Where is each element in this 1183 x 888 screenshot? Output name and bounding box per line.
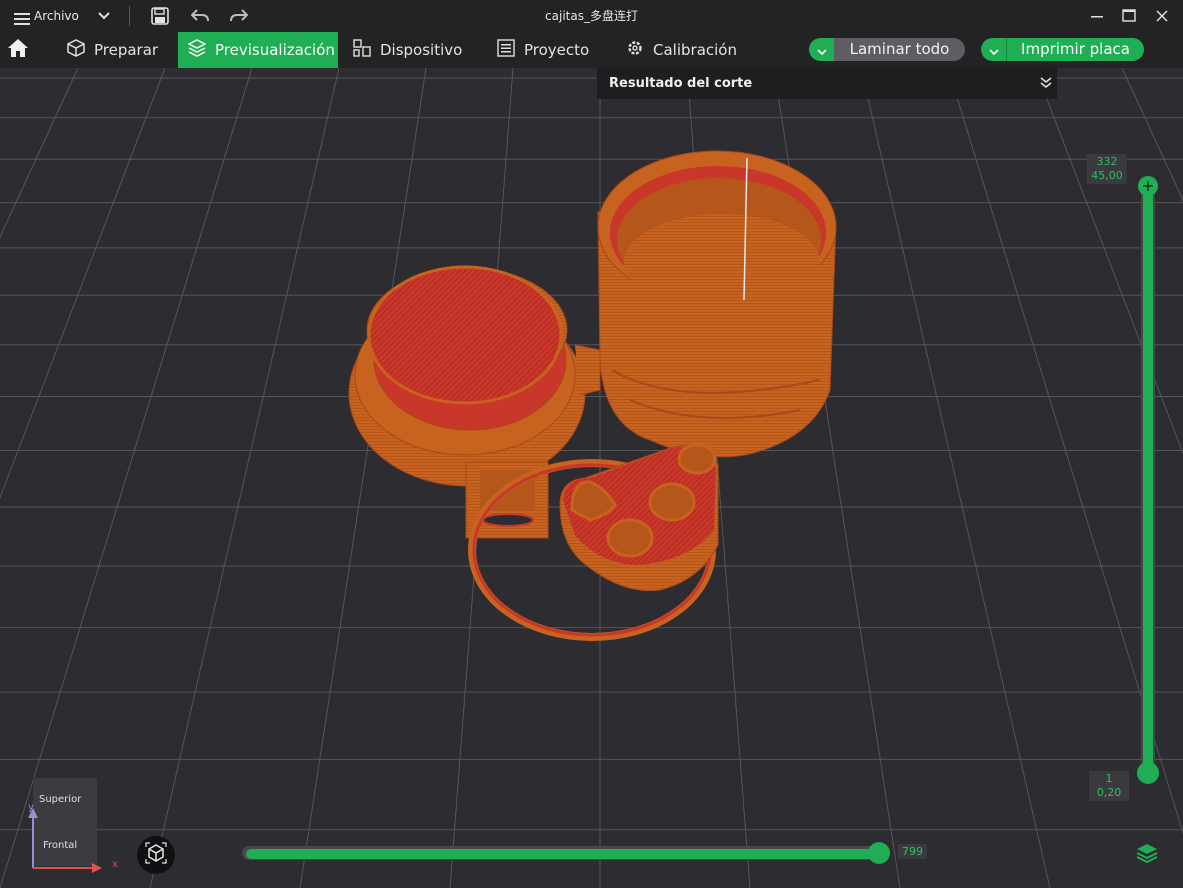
home-icon <box>7 38 38 62</box>
grid-line <box>1034 68 1183 455</box>
hamburger-icon <box>14 10 30 25</box>
chevron-down-icon <box>816 40 827 59</box>
3d-viewport[interactable]: Superior Frontal y x 799 332 45,00 1 0,2… <box>0 68 1183 888</box>
layer-bottom-height: 0,20 <box>1096 786 1122 799</box>
grid-line <box>0 68 166 499</box>
layer-slider[interactable] <box>1136 173 1160 784</box>
move-slider-value: 799 <box>898 844 927 859</box>
slice-dropdown[interactable] <box>809 38 834 61</box>
tab-calibracion[interactable]: Calibración <box>616 32 747 68</box>
layer-bottom-number: 1 <box>1105 772 1113 785</box>
axis-gizmo <box>28 808 102 873</box>
chevron-down-icon <box>988 40 999 59</box>
device-icon <box>353 39 380 61</box>
print-dropdown[interactable] <box>981 38 1006 61</box>
print-plate-button[interactable]: Imprimir placa <box>981 38 1144 61</box>
layers-icon <box>1136 844 1158 867</box>
layer-slider-bottom-thumb[interactable] <box>1137 762 1159 784</box>
close-icon[interactable] <box>1155 0 1169 32</box>
layer-top-height: 45,00 <box>1091 169 1123 182</box>
plus-icon <box>1142 177 1154 196</box>
grid-line <box>860 68 1051 888</box>
window-title: cajitas_多盘连打 <box>545 9 638 23</box>
divider <box>129 6 130 26</box>
home-button[interactable] <box>2 32 42 68</box>
scene-canvas[interactable] <box>0 68 1183 888</box>
minimize-icon[interactable] <box>1090 0 1104 32</box>
list-icon <box>497 39 524 61</box>
tab-preparar-label: Preparar <box>94 41 159 59</box>
grid-line <box>149 68 340 888</box>
gear-icon <box>626 39 653 61</box>
redo-icon[interactable] <box>230 0 248 32</box>
layer-slider-top-thumb[interactable] <box>1138 176 1158 196</box>
double-chevron-down-icon[interactable] <box>1039 77 1053 93</box>
maximize-icon[interactable] <box>1122 0 1136 32</box>
print-plate-label: Imprimir placa <box>1006 38 1144 61</box>
model-cup[interactable] <box>597 150 837 458</box>
layer-top-readout: 332 45,00 <box>1087 154 1127 184</box>
slice-all-button[interactable]: Laminar todo <box>809 38 965 61</box>
tab-proyecto[interactable]: Proyecto <box>487 32 599 68</box>
tab-preparar[interactable]: Preparar <box>57 32 168 68</box>
slice-result-title: Resultado del corte <box>609 76 753 91</box>
save-icon[interactable] <box>151 0 169 32</box>
undo-icon[interactable] <box>191 0 209 32</box>
tab-dispositivo[interactable]: Dispositivo <box>343 32 472 68</box>
tab-previsualizacion[interactable]: Previsualización <box>178 32 338 68</box>
layers-icon <box>187 39 215 61</box>
cube-icon <box>67 39 94 61</box>
main-toolbar: Preparar Previsualización Dispositivo Pr… <box>0 32 1183 68</box>
layers-toggle-button[interactable] <box>1136 843 1160 865</box>
move-slider[interactable] <box>242 842 894 864</box>
tab-proyecto-label: Proyecto <box>524 41 590 59</box>
model-lid[interactable] <box>348 265 601 487</box>
file-menu[interactable]: Archivo <box>14 0 79 32</box>
grid-line <box>299 68 427 888</box>
slice-all-label: Laminar todo <box>834 38 965 61</box>
layer-bottom-readout: 1 0,20 <box>1089 771 1129 801</box>
axis-y-label: y <box>28 802 34 813</box>
slice-result-panel[interactable]: Resultado del corte <box>597 68 1057 99</box>
view-toggle-button[interactable] <box>137 836 175 874</box>
grid-line <box>0 68 79 239</box>
tab-dispositivo-label: Dispositivo <box>380 41 463 59</box>
grid-line <box>0 68 253 888</box>
axis-x-label: x <box>112 859 118 870</box>
move-slider-thumb[interactable] <box>868 842 890 864</box>
move-slider-fill <box>246 849 876 859</box>
file-menu-label: Archivo <box>34 9 79 23</box>
layer-top-number: 332 <box>1096 155 1118 168</box>
tab-previsualizacion-label: Previsualización <box>215 41 335 59</box>
layer-slider-fill <box>1143 185 1153 771</box>
cube-view-icon <box>145 842 167 868</box>
chevron-down-icon[interactable] <box>97 0 111 32</box>
tab-calibracion-label: Calibración <box>653 41 737 59</box>
title-bar: Archivo cajitas_多盘连打 <box>0 0 1183 33</box>
